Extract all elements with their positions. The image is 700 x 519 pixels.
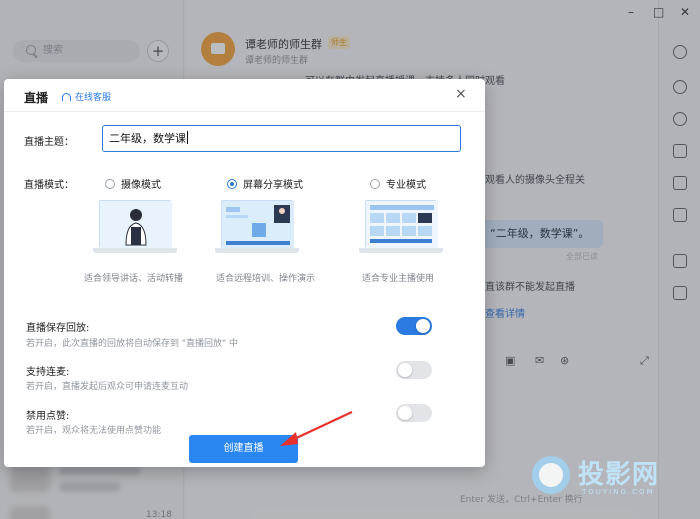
watermark-ring-icon [532,456,570,494]
watermark-logo: 投影网 TOUYING.COM [530,450,700,505]
watermark-subtext: TOUYING.COM [582,488,655,496]
app-window: 搜索 + 13:18 谭老师的师生群 师生 谭老师的师生群 可以在群内发起直播授… [0,0,700,519]
watermark-text: 投影网 [578,460,660,490]
annotation-arrow-icon [280,411,353,446]
